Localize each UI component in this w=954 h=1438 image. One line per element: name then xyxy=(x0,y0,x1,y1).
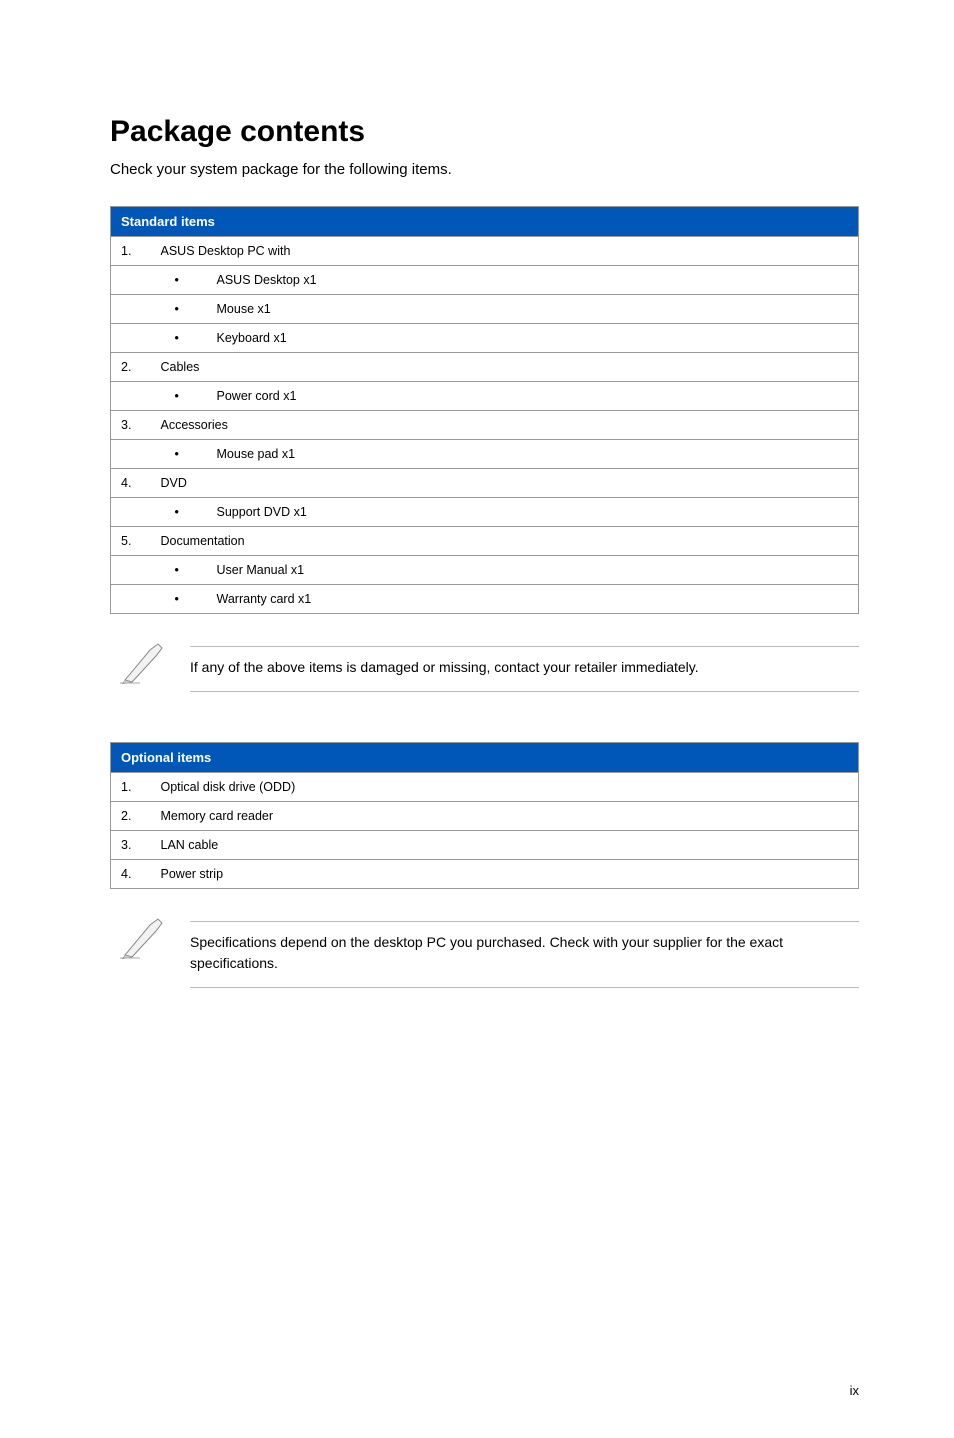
row-item: Mouse x1 xyxy=(211,295,859,324)
standard-items-table: Standard items 1. ASUS Desktop PC with •… xyxy=(110,206,859,614)
row-number: 5. xyxy=(111,527,155,556)
row-item: Power cord x1 xyxy=(211,382,859,411)
row-label: DVD xyxy=(155,469,859,498)
optional-items-table: Optional items 1.Optical disk drive (ODD… xyxy=(110,742,859,889)
table-row: •Keyboard x1 xyxy=(111,324,859,353)
row-item: Keyboard x1 xyxy=(211,324,859,353)
note-block-1: If any of the above items is damaged or … xyxy=(110,646,859,692)
row-label: Power strip xyxy=(155,860,859,889)
row-number: 4. xyxy=(111,860,155,889)
row-number: 1. xyxy=(111,237,155,266)
bullet: • xyxy=(155,382,211,411)
note-text-2: Specifications depend on the desktop PC … xyxy=(190,921,859,988)
note-text-1: If any of the above items is damaged or … xyxy=(190,646,859,692)
table-row: •Warranty card x1 xyxy=(111,585,859,614)
row-item: Mouse pad x1 xyxy=(211,440,859,469)
row-item: ASUS Desktop x1 xyxy=(211,266,859,295)
optional-header: Optional items xyxy=(111,743,859,773)
pen-icon xyxy=(120,642,166,684)
pen-icon xyxy=(120,917,166,959)
table-row: •Support DVD x1 xyxy=(111,498,859,527)
table-row: •User Manual x1 xyxy=(111,556,859,585)
bullet: • xyxy=(155,498,211,527)
row-label: Memory card reader xyxy=(155,802,859,831)
row-label: Accessories xyxy=(155,411,859,440)
table-row: •ASUS Desktop x1 xyxy=(111,266,859,295)
row-label: Optical disk drive (ODD) xyxy=(155,773,859,802)
row-number: 1. xyxy=(111,773,155,802)
row-item: User Manual x1 xyxy=(211,556,859,585)
table-row: 2.Memory card reader xyxy=(111,802,859,831)
standard-header: Standard items xyxy=(111,207,859,237)
table-row: 1. ASUS Desktop PC with xyxy=(111,237,859,266)
page-title: Package contents xyxy=(110,115,859,149)
row-number: 3. xyxy=(111,831,155,860)
row-label: Documentation xyxy=(155,527,859,556)
table-row: 3.LAN cable xyxy=(111,831,859,860)
table-row: 1.Optical disk drive (ODD) xyxy=(111,773,859,802)
table-row: 5. Documentation xyxy=(111,527,859,556)
bullet: • xyxy=(155,266,211,295)
row-number: 4. xyxy=(111,469,155,498)
table-row: 2. Cables xyxy=(111,353,859,382)
table-row: •Mouse x1 xyxy=(111,295,859,324)
intro-text: Check your system package for the follow… xyxy=(110,161,859,178)
table-row: •Mouse pad x1 xyxy=(111,440,859,469)
table-row: 4.Power strip xyxy=(111,860,859,889)
note-block-2: Specifications depend on the desktop PC … xyxy=(110,921,859,988)
row-label: ASUS Desktop PC with xyxy=(155,237,859,266)
row-number: 2. xyxy=(111,802,155,831)
row-label: LAN cable xyxy=(155,831,859,860)
row-number: 3. xyxy=(111,411,155,440)
bullet: • xyxy=(155,556,211,585)
row-label: Cables xyxy=(155,353,859,382)
bullet: • xyxy=(155,585,211,614)
table-row: 3. Accessories xyxy=(111,411,859,440)
row-item: Support DVD x1 xyxy=(211,498,859,527)
bullet: • xyxy=(155,440,211,469)
bullet: • xyxy=(155,295,211,324)
row-item: Warranty card x1 xyxy=(211,585,859,614)
bullet: • xyxy=(155,324,211,353)
row-number: 2. xyxy=(111,353,155,382)
table-row: •Power cord x1 xyxy=(111,382,859,411)
table-row: 4. DVD xyxy=(111,469,859,498)
page-number: ix xyxy=(850,1383,859,1398)
